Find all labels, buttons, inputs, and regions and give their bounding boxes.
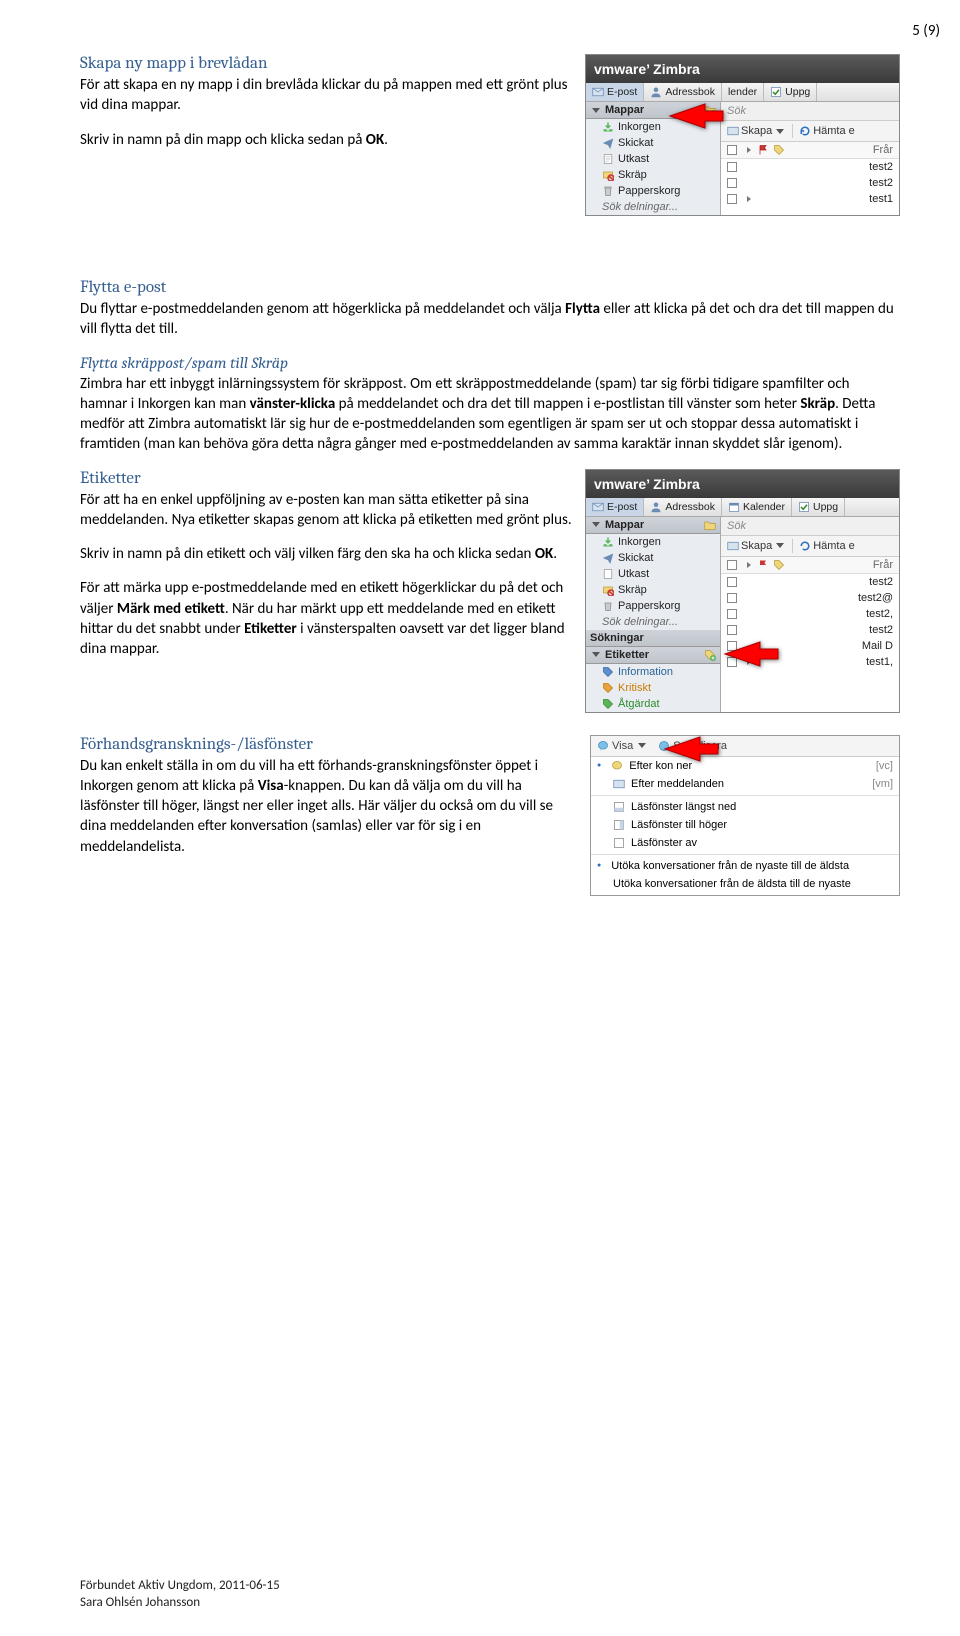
pane-off-icon [613,837,625,849]
draft-icon [602,153,614,165]
sent-icon [602,137,614,149]
tag-icon [773,559,785,571]
menu-lasfonster-hoger: Läsfönster till höger [591,816,899,834]
mail-icon [613,778,625,790]
checkbox-icon [727,145,737,155]
tab-uppgifter: Uppg [792,498,845,516]
search-field: Sök [721,102,899,121]
zimbra-screenshot-1: vmware’ Zimbra E-post Adressbok lender U… [585,54,900,216]
para-flytta-1: Du flyttar e-postmeddelanden genom att h… [80,299,900,340]
menu-efter-meddelanden: Efter meddelanden[vm] [591,775,899,793]
folder-skrap: Skräp [586,167,720,183]
page-footer: Förbundet Aktiv Ungdom, 2011-06-15 Sara … [80,1578,280,1612]
tag-atgardat: Åtgärdat [586,696,720,712]
inbox-icon [602,536,614,548]
tab-epost: E-post [586,83,644,101]
hamta-button: Hämta e [799,540,855,552]
mail-icon [727,125,739,137]
menu-efter-konversation: ●Efter kon ner[vc] [591,757,899,775]
tab-kalender: lender [722,83,764,101]
mail-icon [592,501,604,513]
sidebar-mappar: Mappar [586,517,720,534]
inbox-icon [602,121,614,133]
menu-lasfonster-ned: Läsfönster längst ned [591,798,899,816]
check-icon [770,86,782,98]
mail-icon [592,86,604,98]
refresh-icon [799,540,811,552]
folder-utkast: Utkast [586,151,720,167]
person-icon [650,501,662,513]
pane-bottom-icon [613,801,625,813]
junk-icon [602,169,614,181]
search-shares: Sök delningar... [586,199,720,215]
red-arrow-pointer [720,634,780,679]
sidebar-etiketter: Etiketter [586,647,720,664]
draft-icon [602,568,614,580]
expand-icon [747,147,751,153]
flag-icon [757,559,769,571]
person-icon [650,86,662,98]
tag-icon [602,682,614,694]
collapse-icon [592,108,600,113]
zimbra-brand: vmware’ Zimbra [586,55,899,83]
page-number: 5 (9) [912,22,940,40]
new-folder-icon [704,519,716,531]
hamta-button: Hämta e [799,125,855,137]
pane-right-icon [613,819,625,831]
tag-icon [602,666,614,678]
refresh-icon [799,125,811,137]
trash-icon [602,185,614,197]
tab-kalender: Kalender [722,498,792,516]
tab-adressbok: Adressbok [644,498,722,516]
tab-uppgifter: Uppg [764,83,817,101]
sent-icon [602,552,614,564]
bubble-icon [597,740,609,752]
tag-icon [602,698,614,710]
view-menu-screenshot: Visa Socialisera ●Efter kon ner[vc] Efte… [590,735,900,896]
tag-icon [773,144,785,156]
skapa-button: Skapa [727,540,786,552]
skapa-button: Skapa [727,125,786,137]
search-field: Sök [721,517,899,536]
flag-icon [757,144,769,156]
folder-papperskorg: Papperskorg [586,183,720,199]
junk-icon [602,584,614,596]
zimbra-brand: vmware’ Zimbra [586,470,899,498]
tag-information: Information [586,664,720,680]
check-icon [798,501,810,513]
menu-utoka-aldsta: Utöka konversationer från de äldsta till… [591,875,899,893]
heading-flytta: Flytta e-post [80,278,900,297]
red-arrow-pointer [665,96,725,141]
new-tag-icon [704,649,716,661]
menu-lasfonster-av: Läsfönster av [591,834,899,852]
red-arrow-pointer [660,729,720,774]
bubble-icon [611,760,623,772]
para-skrap-1: Zimbra har ett inbyggt inlärningssystem … [80,374,900,455]
sidebar-sokningar: Sökningar [586,630,720,647]
heading-skrappost: Flytta skräppost/spam till Skräp [80,354,900,372]
calendar-icon [728,501,740,513]
trash-icon [602,600,614,612]
visa-button: Visa [597,740,648,752]
tab-epost: E-post [586,498,644,516]
menu-utoka-nyaste: ●Utöka konversationer från de nyaste til… [591,857,899,875]
tag-kritiskt: Kritiskt [586,680,720,696]
